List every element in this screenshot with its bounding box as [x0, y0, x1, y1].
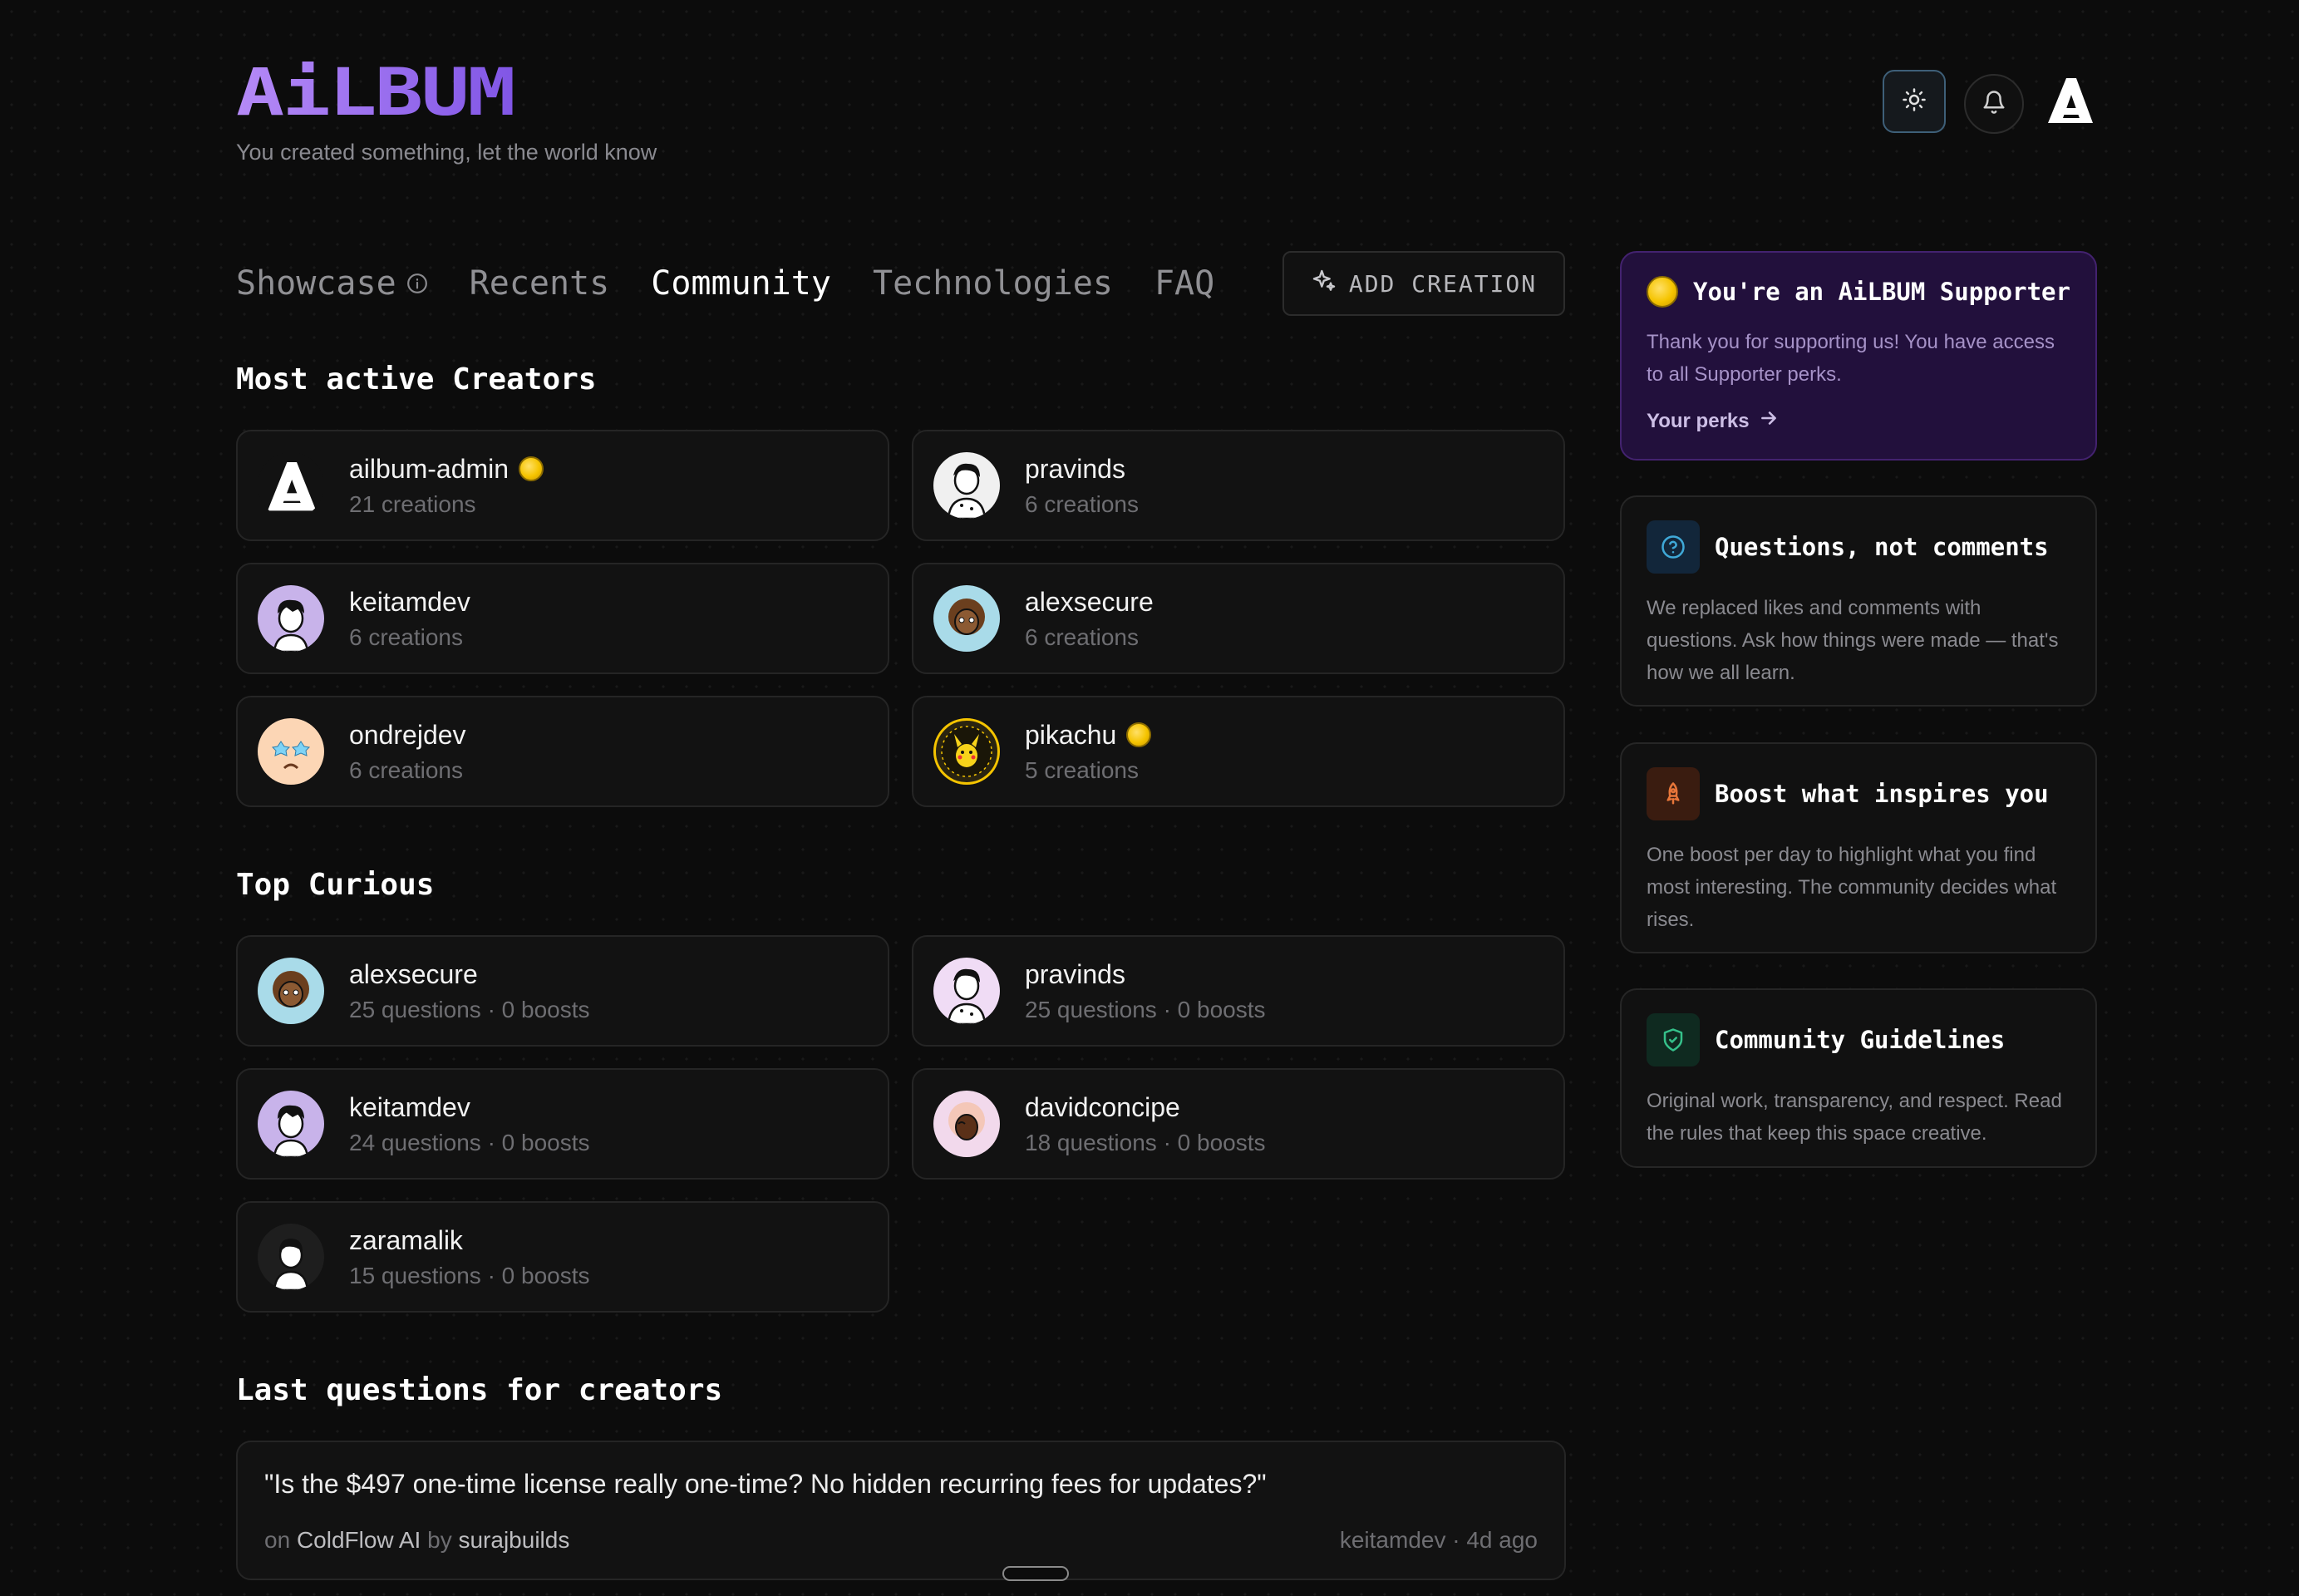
tagline: You created something, let the world kno… [236, 140, 657, 165]
user-name: keitamdev [349, 1091, 470, 1122]
curious-card[interactable]: pravinds 25 questions · 0 boosts [912, 935, 1565, 1047]
tab-faq[interactable]: FAQ [1154, 264, 1214, 303]
profile-button[interactable] [2041, 70, 2099, 133]
user-stats: 18 questions · 0 boosts [1025, 1129, 1266, 1155]
supporter-card: You're an AiLBUM Supporter Thank you for… [1620, 251, 2097, 461]
last-questions-title: Last questions for creators [236, 1373, 723, 1407]
creator-count: 21 creations [349, 490, 476, 517]
tab-showcase[interactable]: Showcase [236, 264, 428, 303]
creator-count: 6 creations [1025, 623, 1139, 650]
tab-community[interactable]: Community [651, 264, 831, 303]
supporter-badge-icon [1126, 722, 1152, 747]
user-stats: 15 questions · 0 boosts [349, 1262, 590, 1288]
curious-card[interactable]: zaramalik 15 questions · 0 boosts [236, 1201, 889, 1313]
creator-name: ailbum-admin [349, 453, 510, 484]
your-perks-link[interactable]: Your perks [1647, 407, 2070, 435]
user-name: alexsecure [349, 958, 478, 989]
supporter-body: Thank you for supporting us! You have ac… [1647, 331, 2055, 386]
creator-count: 6 creations [1025, 490, 1139, 517]
user-stats: 25 questions · 0 boosts [1025, 996, 1266, 1022]
avatar [258, 718, 324, 785]
notifications-button[interactable] [1964, 74, 2024, 134]
arrow-right-icon [1758, 407, 1780, 435]
supporter-title: You're an AiLBUM Supporter [1693, 278, 2070, 306]
curious-card[interactable]: davidconcipe 18 questions · 0 boosts [912, 1068, 1565, 1180]
creator-card[interactable]: alexsecure 6 creations [912, 563, 1565, 674]
sun-icon [1902, 87, 1927, 116]
avatar [258, 958, 324, 1024]
user-name: pravinds [1025, 958, 1125, 989]
scroll-handle[interactable] [1002, 1566, 1069, 1581]
add-creation-button[interactable]: ADD CREATION [1282, 251, 1565, 316]
creator-name: pikachu [1025, 719, 1117, 750]
supporter-coin-icon [1647, 276, 1678, 308]
avatar [258, 452, 324, 519]
shield-check-icon [1647, 1013, 1700, 1066]
creator-card[interactable]: ondrejdev 6 creations [236, 696, 889, 807]
user-stats: 24 questions · 0 boosts [349, 1129, 590, 1155]
creator-count: 6 creations [349, 623, 463, 650]
boost-info-card: Boost what inspires you One boost per da… [1620, 742, 2097, 953]
supporter-badge-icon [519, 456, 544, 481]
creator-name: ondrejdev [349, 719, 466, 750]
question-circle-icon [1647, 520, 1700, 574]
avatar [933, 958, 1000, 1024]
creator-name: keitamdev [349, 586, 470, 617]
curious-card[interactable]: alexsecure 25 questions · 0 boosts [236, 935, 889, 1047]
creator-link[interactable]: surajbuilds [458, 1527, 569, 1553]
curious-card[interactable]: keitamdev 24 questions · 0 boosts [236, 1068, 889, 1180]
user-name: zaramalik [349, 1224, 463, 1255]
rocket-icon [1647, 767, 1700, 820]
svg-text:AiLBUM: AiLBUM [236, 62, 514, 125]
creator-count: 5 creations [1025, 756, 1139, 783]
creator-card[interactable]: keitamdev 6 creations [236, 563, 889, 674]
question-card[interactable]: "Is the $497 one-time license really one… [236, 1441, 1566, 1580]
avatar [258, 1091, 324, 1157]
question-text: "Is the $497 one-time license really one… [264, 1469, 1267, 1499]
creator-card[interactable]: pravinds 6 creations [912, 430, 1565, 541]
theme-toggle-button[interactable] [1883, 70, 1946, 133]
tab-technologies[interactable]: Technologies [873, 264, 1113, 303]
tab-recents[interactable]: Recents [470, 264, 610, 303]
sparkle-icon [1311, 268, 1337, 300]
question-context: on ColdFlow AI by surajbuilds [264, 1527, 570, 1553]
creator-count: 6 creations [349, 756, 463, 783]
creator-card[interactable]: pikachu 5 creations [912, 696, 1565, 807]
ailbum-logo[interactable]: AiLBUM [236, 56, 519, 131]
creator-name: pravinds [1025, 453, 1125, 484]
question-asker-meta: keitamdev · 4d ago [1339, 1527, 1538, 1553]
guidelines-info-card[interactable]: Community Guidelines Original work, tran… [1620, 988, 2097, 1168]
main-tabs: Showcase Recents Community Technologies … [236, 261, 1256, 306]
project-link[interactable]: ColdFlow AI [297, 1527, 421, 1553]
avatar [933, 718, 1000, 785]
avatar [258, 585, 324, 652]
creator-name: alexsecure [1025, 586, 1154, 617]
most-active-title: Most active Creators [236, 362, 597, 397]
info-icon[interactable] [406, 273, 428, 294]
user-name: davidconcipe [1025, 1091, 1180, 1122]
bell-icon [1981, 90, 2006, 119]
profile-a-icon [2045, 75, 2095, 129]
user-stats: 25 questions · 0 boosts [349, 996, 590, 1022]
avatar [933, 585, 1000, 652]
creator-card[interactable]: ailbum-admin 21 creations [236, 430, 889, 541]
avatar [933, 1091, 1000, 1157]
questions-info-card: Questions, not comments We replaced like… [1620, 495, 2097, 707]
top-curious-title: Top Curious [236, 868, 435, 902]
avatar [258, 1224, 324, 1290]
avatar [933, 452, 1000, 519]
